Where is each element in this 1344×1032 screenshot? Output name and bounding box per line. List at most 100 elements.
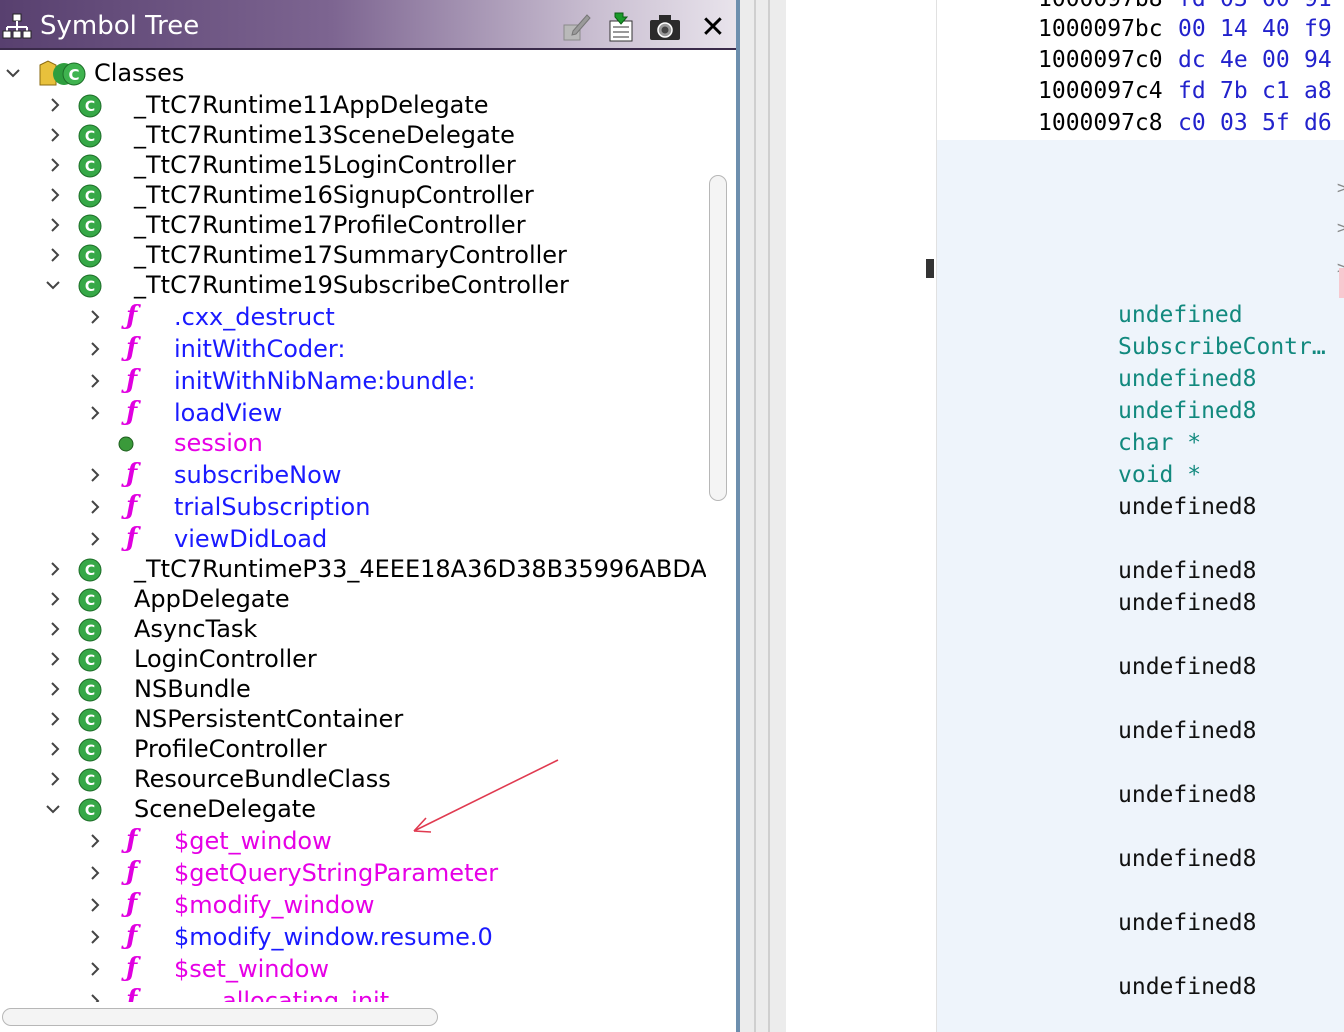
- listing-type[interactable]: undefined8: [1118, 908, 1256, 938]
- chevron-right-icon[interactable]: [88, 310, 102, 324]
- listing-byte[interactable]: 03: [1220, 108, 1248, 138]
- listing-type[interactable]: SubscribeContr…: [1118, 332, 1326, 362]
- listing-byte[interactable]: 00: [1262, 0, 1290, 14]
- listing-type[interactable]: undefined8: [1118, 588, 1256, 618]
- chevron-right-icon[interactable]: [48, 562, 62, 576]
- vertical-scrollbar[interactable]: [709, 175, 727, 501]
- chevron-right-icon[interactable]: [48, 158, 62, 172]
- chevron-down-icon[interactable]: [46, 278, 60, 292]
- tree-node-method[interactable]: ƒ __allocating_init: [0, 985, 706, 1002]
- chevron-right-icon[interactable]: [88, 866, 102, 880]
- tree-node-method[interactable]: ƒ subscribeNow: [0, 459, 706, 490]
- listing-byte[interactable]: 14: [1220, 14, 1248, 44]
- listing-byte[interactable]: 5f: [1262, 108, 1290, 138]
- tree-node-method[interactable]: ƒ $set_window: [0, 953, 706, 984]
- tree-node-method[interactable]: ƒ $getQueryStringParameter: [0, 857, 706, 888]
- listing-address[interactable]: 1000097c8: [1038, 108, 1163, 138]
- chevron-right-icon[interactable]: [88, 532, 102, 546]
- tree-node-method[interactable]: ƒ $modify_window: [0, 889, 706, 920]
- tree-node-class[interactable]: C _TtC7Runtime11AppDelegate: [0, 90, 706, 120]
- listing-address[interactable]: 1000097c4: [1038, 76, 1163, 106]
- tree-node-field[interactable]: session: [0, 428, 706, 458]
- tree-node-class[interactable]: C AppDelegate: [0, 584, 706, 614]
- listing-type[interactable]: undefined8: [1118, 364, 1256, 394]
- chevron-right-icon[interactable]: [88, 500, 102, 514]
- chevron-down-icon[interactable]: [46, 802, 60, 816]
- tree-node-class[interactable]: C ResourceBundleClass: [0, 764, 706, 794]
- chevron-right-icon[interactable]: [48, 98, 62, 112]
- tree-node-method[interactable]: ƒ viewDidLoad: [0, 523, 706, 554]
- listing-byte[interactable]: c1: [1262, 76, 1290, 106]
- listing-byte[interactable]: 40: [1262, 14, 1290, 44]
- tree-node-class-expanded[interactable]: C SceneDelegate: [0, 794, 706, 824]
- listing-type[interactable]: undefined8: [1118, 780, 1256, 810]
- tree-node-class[interactable]: C ProfileController: [0, 734, 706, 764]
- tree-node-method[interactable]: ƒ $modify_window.resume.0: [0, 921, 706, 952]
- tree-node-method[interactable]: ƒ initWithCoder:: [0, 333, 706, 364]
- listing-byte[interactable]: a8: [1304, 76, 1332, 106]
- chevron-right-icon[interactable]: [48, 772, 62, 786]
- listing-byte[interactable]: 03: [1220, 0, 1248, 14]
- listing-type[interactable]: void *: [1118, 460, 1201, 490]
- listing-type[interactable]: undefined8: [1118, 716, 1256, 746]
- listing-type[interactable]: undefined8: [1118, 652, 1256, 682]
- tree-node-class[interactable]: C AsyncTask: [0, 614, 706, 644]
- chevron-right-icon[interactable]: [88, 468, 102, 482]
- chevron-right-icon[interactable]: [48, 742, 62, 756]
- listing-byte[interactable]: 91: [1304, 0, 1332, 14]
- listing-byte[interactable]: 4e: [1220, 45, 1248, 75]
- chevron-right-icon[interactable]: [48, 592, 62, 606]
- chevron-right-icon[interactable]: [88, 962, 102, 976]
- tree-node-class[interactable]: C _TtC7Runtime15LoginController: [0, 150, 706, 180]
- chevron-right-icon[interactable]: [88, 898, 102, 912]
- listing-byte[interactable]: fd: [1178, 0, 1206, 14]
- chevron-right-icon[interactable]: [48, 218, 62, 232]
- listing-byte[interactable]: c0: [1178, 108, 1206, 138]
- tree-node-class[interactable]: C _TtC7RuntimeP33_4EEE18A36D38B35996ABDA…: [0, 554, 706, 584]
- listing-address[interactable]: 1000097b8: [1038, 0, 1163, 14]
- tree-node-class[interactable]: C _TtC7Runtime17ProfileController: [0, 210, 706, 240]
- listing-type[interactable]: char *: [1118, 428, 1201, 458]
- tree-node-class-expanded[interactable]: C _TtC7Runtime19SubscribeController: [0, 270, 706, 300]
- chevron-right-icon[interactable]: [48, 712, 62, 726]
- chevron-right-icon[interactable]: [88, 834, 102, 848]
- tree-node-method[interactable]: ƒ $get_window: [0, 825, 706, 856]
- tree-node-method[interactable]: ƒ loadView: [0, 397, 706, 428]
- chevron-right-icon[interactable]: [88, 342, 102, 356]
- tree-node-class[interactable]: C _TtC7Runtime13SceneDelegate: [0, 120, 706, 150]
- chevron-right-icon[interactable]: [48, 682, 62, 696]
- listing-address[interactable]: 1000097c0: [1038, 45, 1163, 75]
- chevron-right-icon[interactable]: [48, 128, 62, 142]
- listing-type[interactable]: undefined8: [1118, 556, 1256, 586]
- listing-byte[interactable]: 94: [1304, 45, 1332, 75]
- tree-node-method[interactable]: ƒ .cxx_destruct: [0, 301, 706, 332]
- export-button[interactable]: [604, 10, 638, 44]
- chevron-down-icon[interactable]: [6, 66, 20, 80]
- listing-type[interactable]: undefined8: [1118, 844, 1256, 874]
- listing-byte[interactable]: 00: [1262, 45, 1290, 75]
- chevron-right-icon[interactable]: [88, 994, 102, 1002]
- tree-node-class[interactable]: C LoginController: [0, 644, 706, 674]
- tree-node-class[interactable]: C NSBundle: [0, 674, 706, 704]
- horizontal-scrollbar[interactable]: [2, 1008, 438, 1026]
- listing-byte[interactable]: f9: [1304, 14, 1332, 44]
- listing-byte[interactable]: d6: [1304, 108, 1332, 138]
- chevron-right-icon[interactable]: [48, 622, 62, 636]
- chevron-right-icon[interactable]: [48, 248, 62, 262]
- chevron-right-icon[interactable]: [88, 374, 102, 388]
- listing-byte[interactable]: dc: [1178, 45, 1206, 75]
- listing-type[interactable]: undefined8: [1118, 492, 1256, 522]
- chevron-right-icon[interactable]: [48, 652, 62, 666]
- tree-node-classes[interactable]: C Classes: [0, 58, 706, 88]
- listing-byte[interactable]: 00: [1178, 14, 1206, 44]
- snapshot-button[interactable]: [648, 10, 682, 44]
- listing-byte[interactable]: fd: [1178, 76, 1206, 106]
- listing-address[interactable]: 1000097bc: [1038, 14, 1163, 44]
- tree-node-class[interactable]: C NSPersistentContainer: [0, 704, 706, 734]
- listing-type[interactable]: undefined: [1118, 300, 1243, 330]
- panel-splitter[interactable]: [740, 0, 786, 1032]
- chevron-right-icon[interactable]: [88, 930, 102, 944]
- tree-node-method[interactable]: ƒ trialSubscription: [0, 491, 706, 522]
- tree-node-class[interactable]: C _TtC7Runtime17SummaryController: [0, 240, 706, 270]
- listing-type[interactable]: undefined8: [1118, 972, 1256, 1002]
